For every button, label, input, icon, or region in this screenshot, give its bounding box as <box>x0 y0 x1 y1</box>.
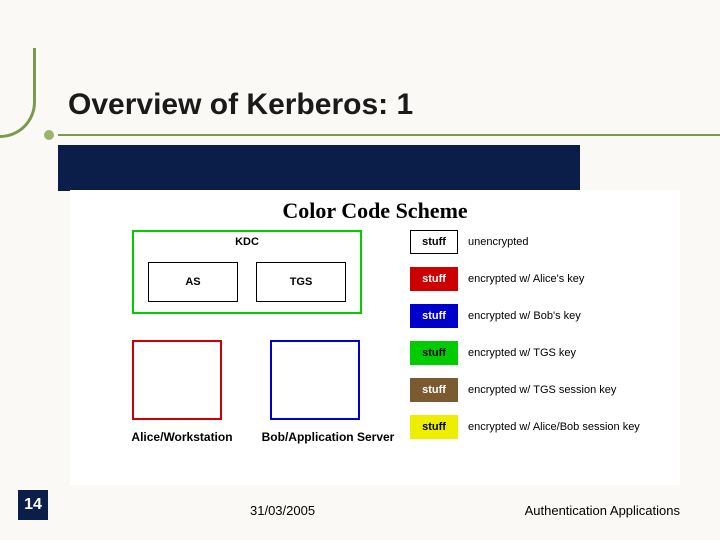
diagram-area: Color Code Scheme KDC AS TGS Alice/Works… <box>70 190 680 485</box>
legend-row-tgs-session-key: stuff encrypted w/ TGS session key <box>410 376 670 404</box>
legend-text: encrypted w/ Bob's key <box>468 310 581 322</box>
page-number: 14 <box>18 490 48 520</box>
footer-topic: Authentication Applications <box>525 503 680 518</box>
bob-label: Bob/Application Server <box>248 430 408 444</box>
corner-accent <box>0 48 36 138</box>
footer-date: 31/03/2005 <box>250 503 315 518</box>
alice-label: Alice/Workstation <box>112 430 252 444</box>
legend-text: encrypted w/ Alice's key <box>468 273 584 285</box>
legend-text: encrypted w/ TGS session key <box>468 384 616 396</box>
bob-box <box>270 340 360 420</box>
legend-text: encrypted w/ TGS key <box>468 347 576 359</box>
kdc-box: KDC AS TGS <box>132 230 362 314</box>
legend-text: encrypted w/ Alice/Bob session key <box>468 421 640 433</box>
legend-row-ab-session-key: stuff encrypted w/ Alice/Bob session key <box>410 413 670 441</box>
accent-line <box>58 134 720 136</box>
slide-title: Overview of Kerberos: 1 <box>68 88 413 122</box>
alice-box <box>132 340 222 420</box>
bullet-dot-icon <box>44 130 54 140</box>
swatch-plain: stuff <box>410 230 458 254</box>
swatch-yellow: stuff <box>410 415 458 439</box>
legend-row-bob-key: stuff encrypted w/ Bob's key <box>410 302 670 330</box>
legend-row-alice-key: stuff encrypted w/ Alice's key <box>410 265 670 293</box>
legend: stuff unencrypted stuff encrypted w/ Ali… <box>410 228 670 450</box>
swatch-brown: stuff <box>410 378 458 402</box>
legend-row-tgs-key: stuff encrypted w/ TGS key <box>410 339 670 367</box>
title-underline-bar <box>58 145 580 191</box>
legend-text: unencrypted <box>468 236 529 248</box>
swatch-blue: stuff <box>410 304 458 328</box>
as-box: AS <box>148 262 238 302</box>
kdc-label: KDC <box>235 236 259 248</box>
swatch-red: stuff <box>410 267 458 291</box>
swatch-green: stuff <box>410 341 458 365</box>
scheme-title: Color Code Scheme <box>282 198 467 224</box>
tgs-box: TGS <box>256 262 346 302</box>
legend-row-unencrypted: stuff unencrypted <box>410 228 670 256</box>
